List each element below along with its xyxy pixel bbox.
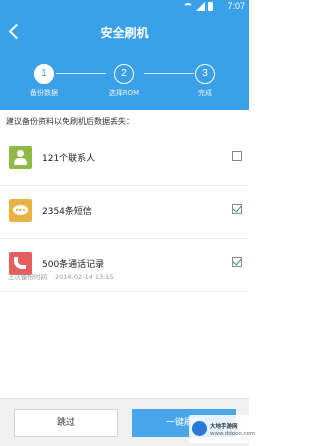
last-backup-time: 上次备份时间 2014-02-14 13:15 (8, 271, 122, 281)
backup-hint: 建议备份资料以免刷机后数据丢失： (6, 117, 134, 126)
backup-item-label: 500条通话记录 (42, 260, 105, 270)
last-backup-label: 上次备份时间 (8, 273, 47, 281)
step-3-number: 3 (195, 64, 215, 84)
status-time: 7:07 (227, 1, 245, 11)
page-title: 安全刷机 (100, 26, 149, 40)
watermark-logo-icon (192, 421, 207, 436)
backup-item-contacts[interactable]: 121个联系人 (0, 133, 249, 186)
signal-icon (196, 2, 205, 11)
sms-icon (9, 199, 32, 222)
step-1: 1 备份数据 (24, 64, 64, 98)
watermark-url: www.ddooo.com (210, 431, 256, 437)
step-1-label: 备份数据 (30, 89, 58, 97)
contact-icon (9, 146, 32, 169)
step-2: 2 选择ROM (104, 64, 144, 98)
step-3-label: 完成 (198, 89, 212, 97)
step-1-number: 1 (34, 64, 54, 84)
skip-button[interactable]: 跳过 (14, 409, 118, 437)
status-icons (183, 2, 213, 11)
header: 安全刷机 1 备份数据 2 选择ROM 3 完成 (0, 14, 249, 110)
backup-item-label: 2354条短信 (42, 207, 92, 217)
contacts-checkbox[interactable] (232, 151, 242, 161)
watermark-title: 大地手游网 (210, 424, 238, 430)
wifi-icon (183, 2, 193, 11)
calls-checkbox[interactable] (232, 257, 242, 267)
status-bar: 7:07 (0, 0, 249, 14)
step-2-label: 选择ROM (108, 89, 140, 97)
backup-item-label: 121个联系人 (42, 154, 96, 164)
watermark: 大地手游网 www.ddooo.com (189, 415, 255, 443)
battery-icon (208, 2, 213, 11)
backup-item-calls[interactable]: 500条通话记录 (0, 239, 249, 292)
step-3: 3 完成 (185, 64, 225, 98)
sms-checkbox[interactable] (232, 204, 242, 214)
step-2-number: 2 (114, 64, 134, 84)
backup-item-sms[interactable]: 2354条短信 (0, 186, 249, 239)
last-backup-value: 2014-02-14 13:15 (55, 273, 114, 281)
